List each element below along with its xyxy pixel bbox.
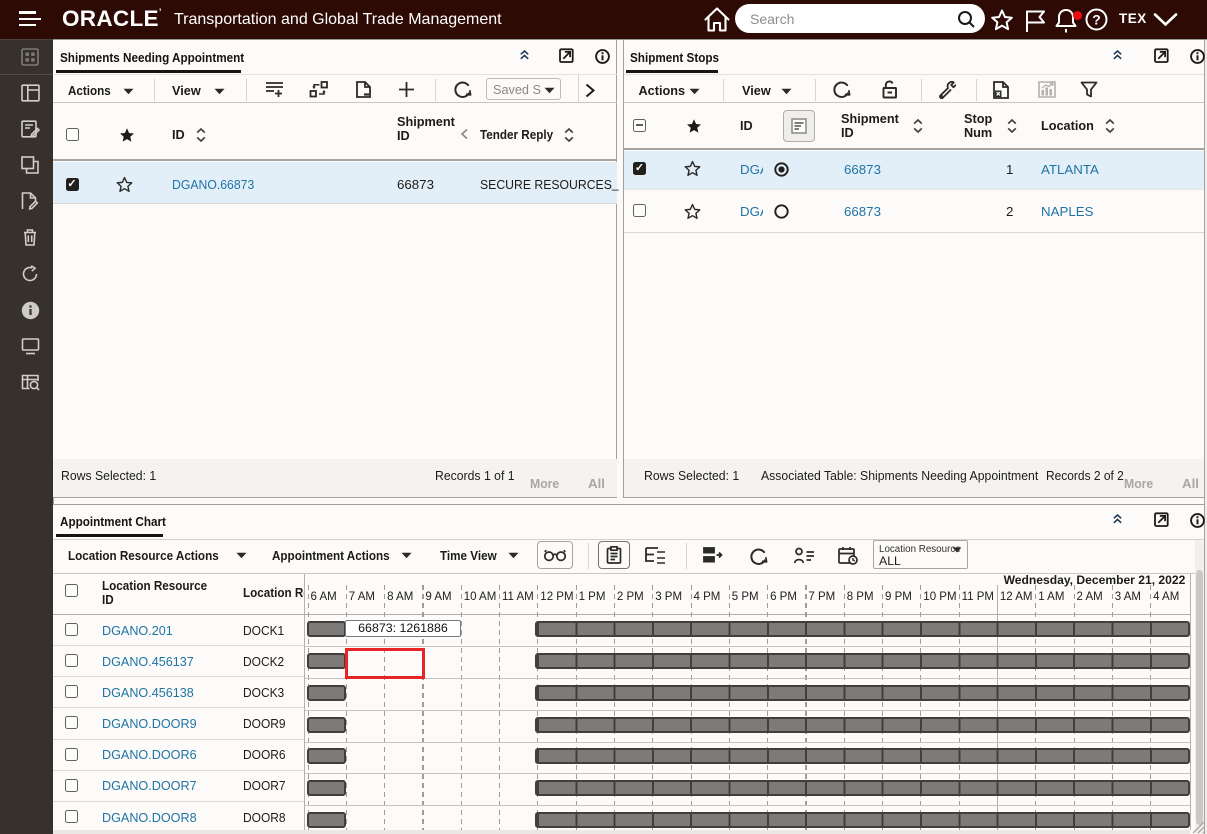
svg-text:?: ? — [1092, 12, 1101, 28]
